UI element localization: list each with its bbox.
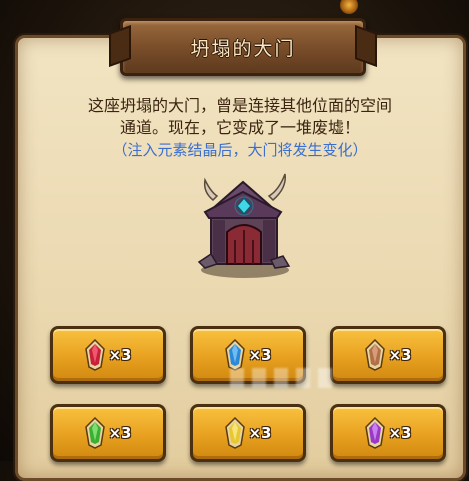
crystal-slot-yellow[interactable]: ×3 <box>190 404 306 462</box>
description-hint: （注入元素结晶后，大门将发生变化） <box>112 141 368 159</box>
blue-crystal-icon <box>225 339 246 371</box>
crystal-count: ×3 <box>388 346 412 364</box>
description-line-1: 这座坍塌的大门，曾是连接其他位面的空间 <box>87 96 392 115</box>
green-crystal-icon <box>85 417 106 449</box>
brown-crystal-icon <box>365 339 386 371</box>
crystal-count: ×3 <box>248 424 272 442</box>
purple-crystal-icon <box>365 417 386 449</box>
red-crystal-icon <box>85 339 106 371</box>
gate-description: 这座坍塌的大门，曾是连接其他位面的空间 通道。现在，它变成了一堆废墟！ （注入元… <box>50 95 430 161</box>
torch-glow-icon <box>340 0 358 14</box>
crystal-slot-green[interactable]: ×3 <box>50 404 166 462</box>
crystal-count: ×3 <box>388 424 412 442</box>
crystal-count: ×3 <box>248 346 272 364</box>
yellow-crystal-icon <box>225 417 246 449</box>
watermark-overlay <box>230 368 340 388</box>
crystal-slot-brown[interactable]: ×3 <box>330 326 446 384</box>
page-title: 坍塌的大门 <box>190 37 296 60</box>
ruined-gate-icon[interactable] <box>193 170 293 280</box>
crystal-slot-purple[interactable]: ×3 <box>330 404 446 462</box>
crystal-count: ×3 <box>108 346 132 364</box>
title-plaque: 坍塌的大门 <box>120 18 366 76</box>
crystal-count: ×3 <box>108 424 132 442</box>
description-line-2: 通道。现在，它变成了一堆废墟！ <box>119 118 360 137</box>
crystal-slot-red[interactable]: ×3 <box>50 326 166 384</box>
